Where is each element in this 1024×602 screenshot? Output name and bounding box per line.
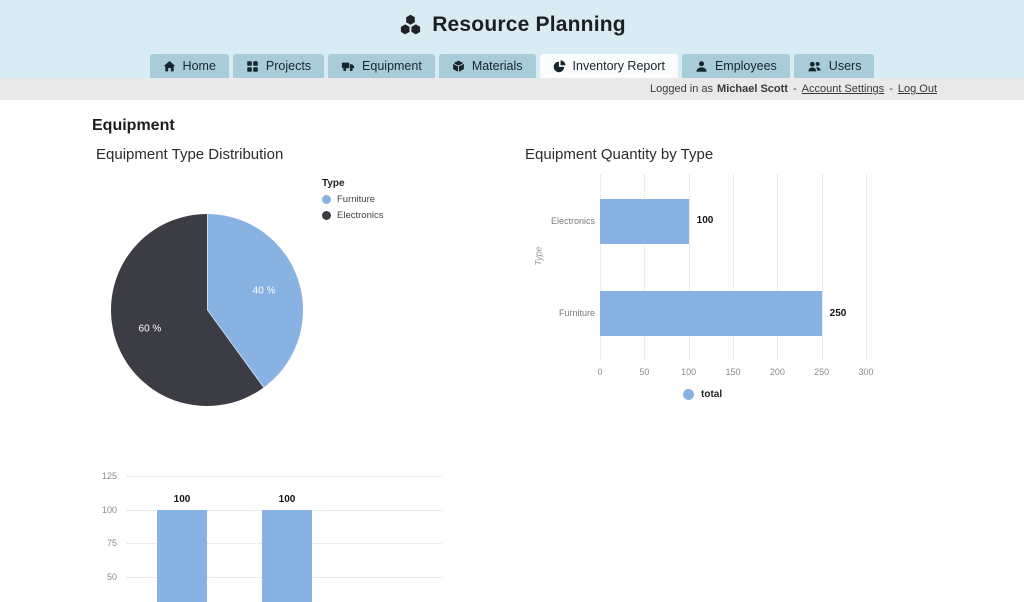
- bar-value-label: 100: [262, 494, 312, 505]
- account-settings-link[interactable]: Account Settings: [802, 83, 885, 95]
- separator: -: [793, 83, 797, 95]
- vbar-chart: 125 100 75 50 100 100: [80, 440, 460, 602]
- tab-label: Equipment: [362, 59, 422, 73]
- legend-title: Type: [322, 178, 383, 189]
- tab-equipment[interactable]: Equipment: [328, 54, 435, 78]
- legend-label: Electronics: [337, 210, 383, 221]
- pie-slice-divider: [207, 214, 208, 310]
- bar-value-label: 250: [830, 308, 847, 319]
- x-axis-tick-label: 300: [858, 367, 873, 377]
- y-axis-title: Type: [534, 246, 544, 265]
- pie-slice-label: 40 %: [253, 286, 276, 297]
- legend-item: Furniture: [322, 194, 383, 205]
- session-prefix: Logged in as: [650, 83, 713, 95]
- tab-label: Projects: [266, 59, 311, 73]
- legend-swatch: [322, 211, 331, 220]
- x-axis-tick-label: 100: [681, 367, 696, 377]
- legend-label: total: [701, 389, 722, 400]
- tab-label: Home: [183, 59, 216, 73]
- gridline: [822, 175, 823, 360]
- pie-slice-label: 60 %: [139, 323, 162, 334]
- pie-legend: Type Furniture Electronics: [322, 178, 383, 226]
- hbar-chart-title: Equipment Quantity by Type: [525, 146, 713, 163]
- bar: [157, 510, 207, 602]
- legend-label: Furniture: [337, 194, 375, 205]
- bar: [262, 510, 312, 602]
- x-axis-tick-label: 50: [639, 367, 649, 377]
- bar-value-label: 100: [157, 494, 207, 505]
- x-axis-tick-label: 250: [814, 367, 829, 377]
- app-title-row: Resource Planning: [0, 0, 1024, 37]
- y-axis-tick-label: 100: [80, 505, 117, 515]
- tab-employees[interactable]: Employees: [682, 54, 790, 78]
- legend-item: Electronics: [322, 210, 383, 221]
- separator: -: [889, 83, 893, 95]
- box-icon: [452, 60, 465, 73]
- y-axis-tick-label: 75: [80, 538, 117, 548]
- home-icon: [163, 60, 176, 73]
- x-axis-tick-label: 200: [770, 367, 785, 377]
- tab-label: Users: [829, 59, 862, 73]
- app-header: Resource Planning Home Projects Equipment M…: [0, 0, 1024, 78]
- pie-chart-title: Equipment Type Distribution: [96, 146, 283, 163]
- bar-furniture: [600, 291, 822, 336]
- gridline: [127, 476, 442, 477]
- tab-inventory-report[interactable]: Inventory Report: [540, 54, 678, 78]
- tab-label: Employees: [715, 59, 777, 73]
- y-axis-tick-label: 125: [80, 471, 117, 481]
- y-axis-tick-label: 50: [80, 572, 117, 582]
- tab-label: Materials: [472, 59, 523, 73]
- hbar-plot: 050100150200250300100250: [600, 175, 866, 360]
- legend-swatch: [683, 389, 694, 400]
- cubes-logo-icon: [398, 14, 423, 36]
- bar-value-label: 100: [697, 215, 714, 226]
- main-nav: Home Projects Equipment Materials Inventory …: [0, 54, 1024, 78]
- category-label: Electronics: [525, 216, 595, 226]
- log-out-link[interactable]: Log Out: [898, 83, 937, 95]
- x-axis-tick-label: 0: [597, 367, 602, 377]
- category-label: Furniture: [525, 308, 595, 318]
- tab-label: Inventory Report: [573, 59, 665, 73]
- legend-swatch: [322, 195, 331, 204]
- bar-electronics: [600, 199, 689, 244]
- app-title: Resource Planning: [432, 13, 626, 37]
- session-user: Michael Scott: [717, 83, 788, 95]
- pie-chart-icon: [553, 60, 566, 73]
- page-title: Equipment: [92, 117, 175, 135]
- tab-home[interactable]: Home: [150, 54, 229, 78]
- x-axis-tick-label: 150: [725, 367, 740, 377]
- pie-chart: Equipment Type Distribution 40 % 60 % Typ…: [90, 140, 435, 435]
- projects-grid-icon: [246, 60, 259, 73]
- hbar-legend: total: [683, 389, 722, 400]
- session-bar: Logged in as Michael Scott - Account Set…: [0, 78, 1024, 100]
- users-icon: [807, 60, 822, 73]
- pie-plot: 40 % 60 %: [111, 214, 303, 406]
- user-icon: [695, 60, 708, 73]
- pie-slice-divider: [207, 310, 264, 388]
- tab-users[interactable]: Users: [794, 54, 875, 78]
- gridline: [866, 175, 867, 360]
- hbar-chart: Equipment Quantity by Type Type Electron…: [525, 140, 925, 415]
- truck-icon: [341, 60, 355, 73]
- tab-projects[interactable]: Projects: [233, 54, 324, 78]
- tab-materials[interactable]: Materials: [439, 54, 536, 78]
